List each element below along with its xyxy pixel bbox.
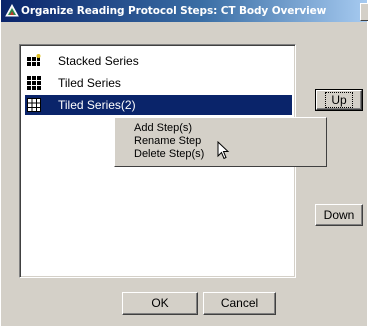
- down-button-label: Down: [323, 208, 355, 222]
- ok-button-label: OK: [151, 296, 169, 310]
- title-bar[interactable]: Organize Reading Protocol Steps: CT Body…: [1, 0, 368, 22]
- menu-item-delete-steps[interactable]: Delete Step(s): [134, 148, 204, 160]
- tiled-grid-icon: [27, 98, 41, 112]
- list-item-stacked-series[interactable]: Stacked Series: [25, 51, 292, 71]
- up-button[interactable]: Up: [315, 89, 363, 111]
- cancel-button-label: Cancel: [220, 296, 259, 310]
- close-button[interactable]: [360, 3, 368, 21]
- cancel-button[interactable]: Cancel: [203, 292, 276, 315]
- tiled-series-icon: [27, 76, 41, 90]
- stacked-series-icon: [27, 54, 41, 66]
- down-button[interactable]: Down: [315, 204, 363, 226]
- list-item-label: Tiled Series(2): [58, 98, 136, 112]
- app-triangle-icon: [5, 4, 19, 17]
- list-item-tiled-series-2[interactable]: Tiled Series(2): [25, 95, 292, 115]
- dialog-title: Organize Reading Protocol Steps: CT Body…: [21, 5, 327, 17]
- dialog-window: Organize Reading Protocol Steps: CT Body…: [0, 0, 368, 326]
- menu-item-add-steps[interactable]: Add Step(s): [134, 122, 192, 134]
- list-item-label: Stacked Series: [58, 54, 139, 68]
- list-item-label: Tiled Series: [58, 76, 121, 90]
- menu-item-rename-step[interactable]: Rename Step: [134, 135, 201, 147]
- mouse-cursor-icon: [217, 141, 230, 160]
- list-item-tiled-series[interactable]: Tiled Series: [25, 73, 292, 93]
- ok-button[interactable]: OK: [122, 292, 198, 315]
- up-button-label: Up: [325, 92, 353, 108]
